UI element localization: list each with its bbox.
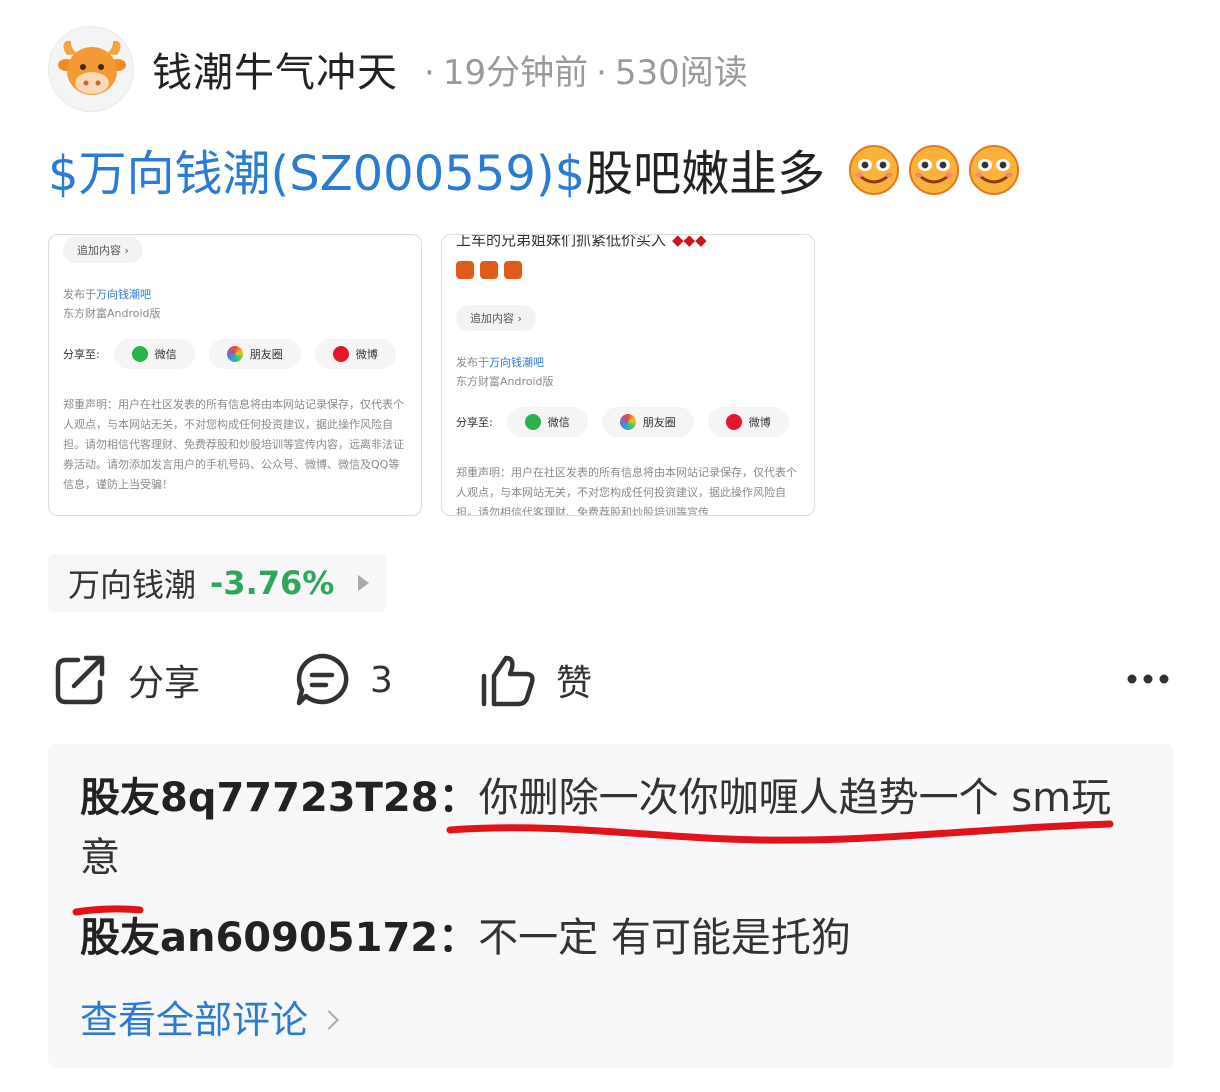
moments-icon	[619, 414, 636, 430]
stock-tag-link[interactable]: $万向钱潮(SZ000559)$	[48, 146, 585, 202]
author-name[interactable]: 钱潮牛气冲天	[152, 40, 398, 98]
comments-preview: 股友8q77723T28：你删除一次你咖喱人趋势一个 sm玩 意 股友an609…	[48, 744, 1174, 1068]
weibo-icon	[332, 346, 349, 362]
thumbs-up-icon	[481, 655, 535, 707]
share-wechat-button: 微信	[506, 407, 588, 437]
meta-separator: ·	[424, 52, 435, 93]
firecracker-icon	[504, 261, 522, 279]
published-forum: 万向钱潮吧	[96, 288, 151, 301]
stock-name: 万向钱潮	[68, 566, 197, 604]
comment-item[interactable]: 股友8q77723T28：你删除一次你咖喱人趋势一个 sm玩	[80, 768, 1111, 828]
play-arrow-icon	[358, 575, 370, 591]
meta-separator: ·	[596, 52, 607, 93]
add-content-pill: 追加内容 ›	[63, 237, 143, 263]
chevron-right-icon	[319, 1010, 339, 1030]
image-thumbnail-left[interactable]: 追加内容 › 发布于万向钱潮吧 东方财富Android版 分享至: 微信 朋友圈…	[48, 234, 422, 516]
like-label: 赞	[556, 663, 593, 704]
comment-username[interactable]: 股友an60905172：	[80, 915, 478, 961]
share-row: 分享至: 微信 朋友圈 微博	[63, 339, 407, 369]
grinning-emoji-icon	[909, 145, 960, 195]
post-title: $万向钱潮(SZ000559)$股吧嫩韭多	[48, 138, 1020, 210]
client-label: 东方财富Android版	[63, 307, 161, 320]
comment-username[interactable]: 股友8q77723T28：	[80, 775, 479, 821]
share-to-label: 分享至:	[63, 348, 100, 361]
grinning-emoji-icon	[849, 145, 900, 195]
wechat-icon	[524, 414, 541, 430]
share-button[interactable]: 分享	[52, 650, 200, 710]
comment-text: 不一定 有可能是托狗	[478, 915, 851, 961]
action-bar: 分享 3 赞	[52, 650, 1172, 710]
share-icon	[55, 655, 105, 705]
post-meta: · 19分钟前 · 530阅读	[416, 45, 748, 94]
disclaimer-text: 郑重声明：用户在社区发表的所有信息将由本网站记录保存，仅代表个人观点，与本网站无…	[456, 466, 797, 516]
like-button[interactable]: 赞	[480, 650, 592, 710]
add-content-pill: 追加内容 ›	[456, 305, 536, 331]
disclaimer-text: 郑重声明：用户在社区发表的所有信息将由本网站记录保存，仅代表个人观点，与本网站无…	[63, 398, 404, 491]
buy-in-text: 上车的兄弟姐妹们抓紧低价买入 ◆◆◆	[456, 234, 800, 250]
grinning-emoji-icon	[969, 145, 1020, 195]
ox-head-icon	[58, 40, 126, 95]
comment-bubble-icon	[296, 653, 349, 706]
wechat-icon	[131, 346, 148, 362]
comment-text: 你删除一次你咖喱人趋势一个 sm玩	[478, 775, 1112, 821]
share-weibo-button: 微博	[314, 339, 396, 369]
published-prefix: 发布于	[456, 356, 489, 369]
share-label: 分享	[128, 663, 201, 704]
stock-quote-chip[interactable]: 万向钱潮 -3.76%	[48, 554, 386, 612]
stock-change: -3.76%	[210, 564, 335, 602]
published-forum: 万向钱潮吧	[489, 356, 544, 369]
firecracker-icon	[456, 261, 474, 279]
firecracker-icon	[480, 261, 498, 279]
more-options-icon[interactable]	[1124, 664, 1172, 694]
share-row: 分享至: 微信 朋友圈 微博	[456, 407, 800, 437]
share-moments-button: 朋友圈	[208, 339, 301, 369]
comment-count: 3	[370, 659, 393, 701]
red-envelope-icon: ◆◆◆	[672, 234, 707, 249]
image-thumbnail-right[interactable]: 上车的兄弟姐妹们抓紧低价买入 ◆◆◆ 追加内容 › 发布于万向钱潮吧 东方财富An…	[441, 234, 815, 516]
comment-text-continued: 意	[80, 835, 120, 881]
client-label: 东方财富Android版	[456, 375, 554, 388]
post-time: 19分钟前	[442, 52, 589, 93]
share-wechat-button: 微信	[113, 339, 195, 369]
share-to-label: 分享至:	[456, 416, 493, 429]
read-count: 530阅读	[614, 52, 748, 93]
view-all-comments-link[interactable]: 查看全部评论	[80, 992, 339, 1048]
share-weibo-button: 微博	[707, 407, 789, 437]
post-header: 钱潮牛气冲天 · 19分钟前 · 530阅读	[48, 26, 748, 112]
avatar[interactable]	[48, 26, 134, 112]
emoji-row	[456, 261, 800, 283]
comment-item[interactable]: 股友an60905172：不一定 有可能是托狗	[80, 908, 851, 968]
moments-icon	[226, 346, 243, 362]
comment-button[interactable]: 3	[294, 650, 393, 710]
share-moments-button: 朋友圈	[601, 407, 694, 437]
post-text: 股吧嫩韭多	[585, 146, 826, 202]
published-prefix: 发布于	[63, 288, 96, 301]
weibo-icon	[725, 414, 742, 430]
